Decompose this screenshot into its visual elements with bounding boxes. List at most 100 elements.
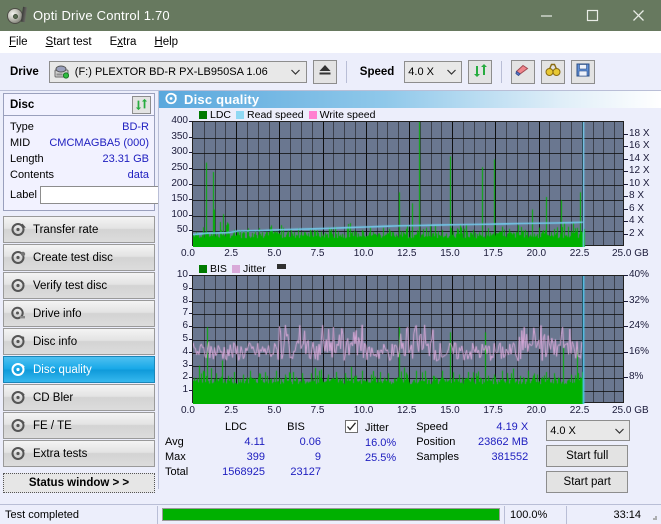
y2-axis-tickmark [624, 171, 628, 172]
page-title: Disc quality [184, 92, 260, 107]
y2-axis-tick: 10 X [629, 177, 650, 189]
stat-ldc-avg: 4.11 [244, 436, 265, 448]
minimize-button[interactable] [523, 0, 569, 31]
y-axis-tickmark [189, 183, 192, 185]
y-axis-tickmark [189, 313, 192, 315]
chevron-down-icon[interactable] [288, 69, 304, 75]
disc-key-contents: Contents [10, 169, 55, 181]
x-axis-tick: 12.5 [397, 248, 417, 259]
refresh-button[interactable] [468, 59, 493, 84]
sidebar-label: Drive info [33, 307, 82, 320]
chevron-down-icon[interactable] [443, 69, 459, 75]
disc-burn-icon [11, 250, 26, 265]
speed-label: Speed [359, 65, 395, 78]
maximize-button[interactable] [569, 0, 615, 31]
y2-axis-tickmark [624, 146, 628, 147]
y2-axis-tickmark [624, 196, 628, 197]
chart-bottom[interactable]: 1 2 3 4 5 6 7 8 9 10 8% 16% 24% 32% 40% 0.0 2.5 5.0 7.5 10.… [159, 269, 661, 419]
stat-ldc-total: 1568925 [222, 466, 265, 478]
y-axis-tick: 5 [182, 333, 188, 344]
title-bar: Opti Drive Control 1.70 [0, 0, 661, 31]
sidebar-item-fe-te[interactable]: FE / TE [3, 412, 155, 439]
test-speed-select[interactable]: 4.0 X [546, 420, 631, 441]
disc-panel-title: Disc [10, 98, 35, 111]
x-axis-tick: 7.5 [310, 248, 325, 259]
jitter-checkbox[interactable] [345, 420, 358, 433]
start-full-button[interactable]: Start full [546, 445, 629, 467]
disc-quality-icon [165, 92, 178, 108]
resize-grip[interactable] [646, 509, 658, 521]
x-axis-tick: 25.0 GB [612, 405, 649, 416]
sidebar-item-create-test-disc[interactable]: Create test disc [3, 244, 155, 271]
sidebar-item-disc-info[interactable]: Disc info [3, 328, 155, 355]
disc-bler-icon [11, 390, 26, 405]
drive-select[interactable]: (F:) PLEXTOR BD-R PX-LB950SA 1.06 [48, 60, 307, 83]
drive-icon [54, 65, 69, 82]
disc-value-contents: data [127, 169, 149, 181]
y-axis-tick: 7 [182, 307, 188, 319]
speed-select[interactable]: 4.0 X [404, 60, 463, 83]
sidebar-item-disc-quality[interactable]: Disc quality [3, 356, 155, 383]
disc-test-icon [11, 222, 26, 237]
y2-axis-tick: 12 X [629, 165, 650, 176]
disc-drive-icon [11, 306, 26, 321]
y-axis-tickmark [189, 390, 192, 392]
y2-axis-tick: 16 X [629, 140, 650, 151]
sidebar-label: Extra tests [33, 447, 88, 460]
disc-panel-header: Disc [4, 94, 154, 116]
sidebar-item-extra-tests[interactable]: Extra tests [3, 440, 155, 467]
sidebar-item-drive-info[interactable]: Drive info [3, 300, 155, 327]
test-speed-value: 4.0 X [550, 424, 576, 437]
sidebar-item-transfer-rate[interactable]: Transfer rate [3, 216, 155, 243]
plot-area[interactable] [192, 275, 625, 404]
y2-axis-tickmark [624, 377, 628, 379]
x-axis-tick: 2.5 [224, 405, 239, 416]
save-icon [576, 63, 590, 80]
y2-axis-tick: 4 X [629, 215, 645, 226]
y2-axis-tick: 6 X [629, 202, 645, 214]
close-button[interactable] [615, 0, 661, 31]
jitter-label: Jitter [365, 421, 389, 434]
window-title: Opti Drive Control 1.70 [33, 8, 170, 23]
y-axis-tickmark [189, 121, 192, 122]
y2-axis-tick: 24% [629, 320, 650, 332]
y-axis-tickmark [189, 136, 192, 138]
menu-file[interactable]: File [9, 36, 28, 48]
start-part-button[interactable]: Start part [546, 471, 629, 493]
y2-axis-tickmark [624, 351, 628, 353]
menu-extra[interactable]: Extra [110, 36, 137, 48]
y-axis-tick: 6 [182, 320, 188, 332]
menu-start-test[interactable]: Start test [46, 36, 92, 48]
y2-axis-tickmark [624, 221, 628, 222]
inspect-button[interactable] [541, 59, 566, 84]
y2-axis-tick: 40% [629, 269, 650, 280]
y-axis-tick: 200 [171, 177, 188, 189]
legend-top: LDC Read speed Write speed [159, 108, 661, 121]
stat-bis-max: 9 [314, 451, 321, 463]
y-axis-tickmark [189, 351, 192, 353]
sidebar-item-cd-bler[interactable]: CD Bler [3, 384, 155, 411]
disc-value-type: BD-R [122, 121, 149, 133]
clear-button[interactable] [511, 59, 536, 84]
x-axis-tick: 15.0 [440, 405, 460, 416]
disc-pen-icon [7, 6, 28, 25]
chart-top[interactable]: 50 100 150 200 250 300 350 400 2 X4 X6 X8 X 10 X1… [159, 115, 661, 262]
table-header-row: LDC BIS [165, 420, 327, 435]
disc-info-panel: Disc Type BD-R MID CMCMAGBA5 (000) Lengt… [3, 93, 243, 211]
plot-area[interactable] [192, 121, 625, 247]
col-header-bis: BIS [287, 421, 305, 433]
toolbar: Drive (F:) PLEXTOR BD-R PX-LB950SA 1.06 … [0, 53, 661, 91]
sidebar-label: Disc quality [33, 363, 92, 376]
disc-refresh-button[interactable] [132, 95, 151, 114]
samples-value: 381552 [491, 451, 529, 463]
y-axis-tick: 8 [182, 294, 188, 306]
save-button[interactable] [571, 59, 596, 84]
eject-button[interactable] [312, 59, 337, 84]
main-panel: Disc quality LDC Read speed Write speed … [158, 91, 661, 493]
menu-help[interactable]: Help [154, 36, 178, 48]
sidebar-item-verify-test-disc[interactable]: Verify test disc [3, 272, 155, 299]
chevron-down-icon[interactable] [611, 428, 627, 434]
x-axis-tick: 0.0 [181, 405, 195, 416]
x-axis-tick: 2.5 [224, 248, 239, 259]
status-window-button[interactable]: Status window > > [3, 473, 155, 493]
